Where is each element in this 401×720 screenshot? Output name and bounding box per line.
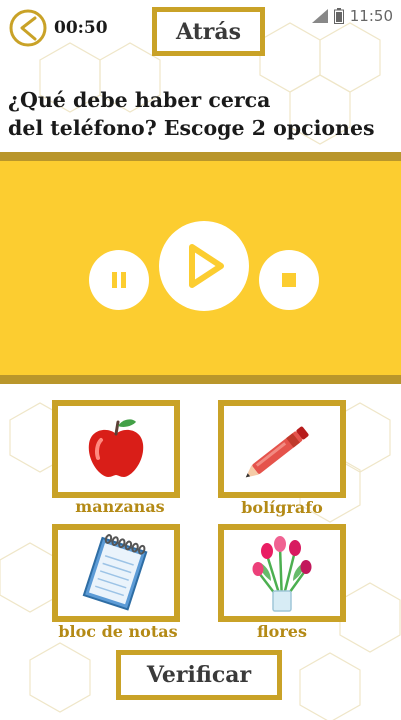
- option-label-notepad: bloc de notas: [58, 622, 178, 641]
- stop-icon: [282, 273, 296, 287]
- status-bar: 11:50: [311, 6, 393, 26]
- notepad-icon: [82, 534, 148, 611]
- flowers-icon: [252, 536, 312, 612]
- timer-value: 00:50: [54, 18, 108, 38]
- battery-icon: [333, 8, 344, 24]
- option-label-pen: bolígrafo: [241, 498, 323, 517]
- question-line-2: del teléfono? Escoge 2 opciones: [8, 116, 375, 140]
- pause-icon: [112, 272, 126, 288]
- option-card-apple[interactable]: [52, 400, 180, 498]
- timer: 00:50: [8, 8, 108, 48]
- option-label-apple: manzanas: [75, 497, 165, 516]
- stop-button[interactable]: [259, 250, 319, 310]
- back-button[interactable]: Atrás: [152, 7, 265, 56]
- option-card-pen[interactable]: [218, 400, 346, 498]
- signal-icon: [311, 9, 328, 23]
- clock-icon: [9, 9, 47, 47]
- verify-button[interactable]: Verificar: [116, 650, 282, 700]
- question-text: ¿Qué debe haber cerca del teléfono? Esco…: [8, 86, 400, 142]
- option-card-notepad[interactable]: [52, 524, 180, 622]
- play-button[interactable]: [159, 221, 249, 311]
- play-icon: [189, 244, 224, 288]
- option-card-flowers[interactable]: [218, 524, 346, 622]
- pen-icon: [245, 426, 309, 478]
- pause-button[interactable]: [89, 250, 149, 310]
- question-line-1: ¿Qué debe haber cerca: [8, 88, 271, 112]
- option-label-flowers: flores: [257, 622, 307, 641]
- audio-player: [0, 152, 401, 384]
- status-time: 11:50: [349, 7, 393, 25]
- apple-icon: [88, 419, 144, 477]
